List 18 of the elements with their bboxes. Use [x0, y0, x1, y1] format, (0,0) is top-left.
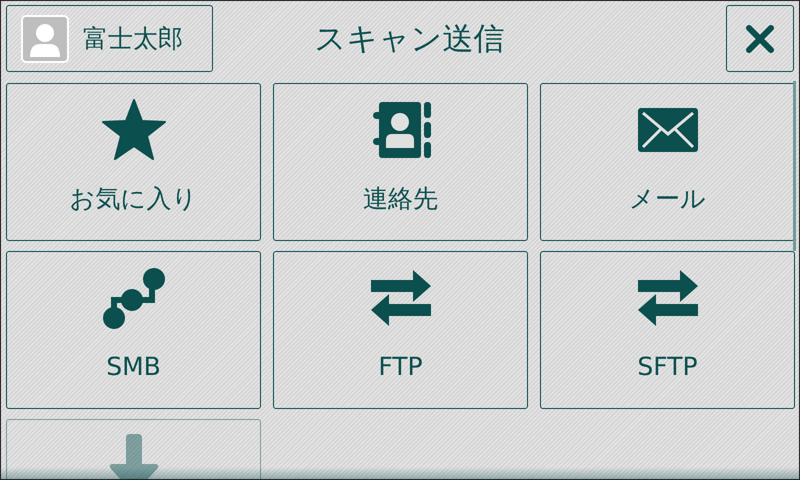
tile-label: メール: [629, 184, 706, 214]
screen-title: スキャン送信: [314, 20, 506, 58]
user-button[interactable]: 富士太郎: [6, 5, 213, 72]
destination-tile[interactable]: 連絡先: [273, 83, 528, 241]
tile-label: SMB: [106, 352, 161, 382]
close-button[interactable]: [726, 5, 794, 72]
network-nodes-icon: [102, 266, 166, 330]
destination-tile[interactable]: FTP: [273, 251, 528, 409]
star-icon: [102, 98, 166, 162]
avatar-icon: [21, 14, 69, 62]
destination-tile[interactable]: SFTP: [540, 251, 795, 409]
tile-label: 連絡先: [363, 184, 438, 214]
tile-label: FTP: [378, 352, 423, 382]
tile-label: SFTP: [637, 352, 698, 382]
destination-tile[interactable]: SMB: [6, 251, 261, 409]
close-icon: [744, 22, 776, 54]
destination-tile[interactable]: お気に入り: [6, 83, 261, 241]
tile-label: お気に入り: [70, 184, 198, 214]
